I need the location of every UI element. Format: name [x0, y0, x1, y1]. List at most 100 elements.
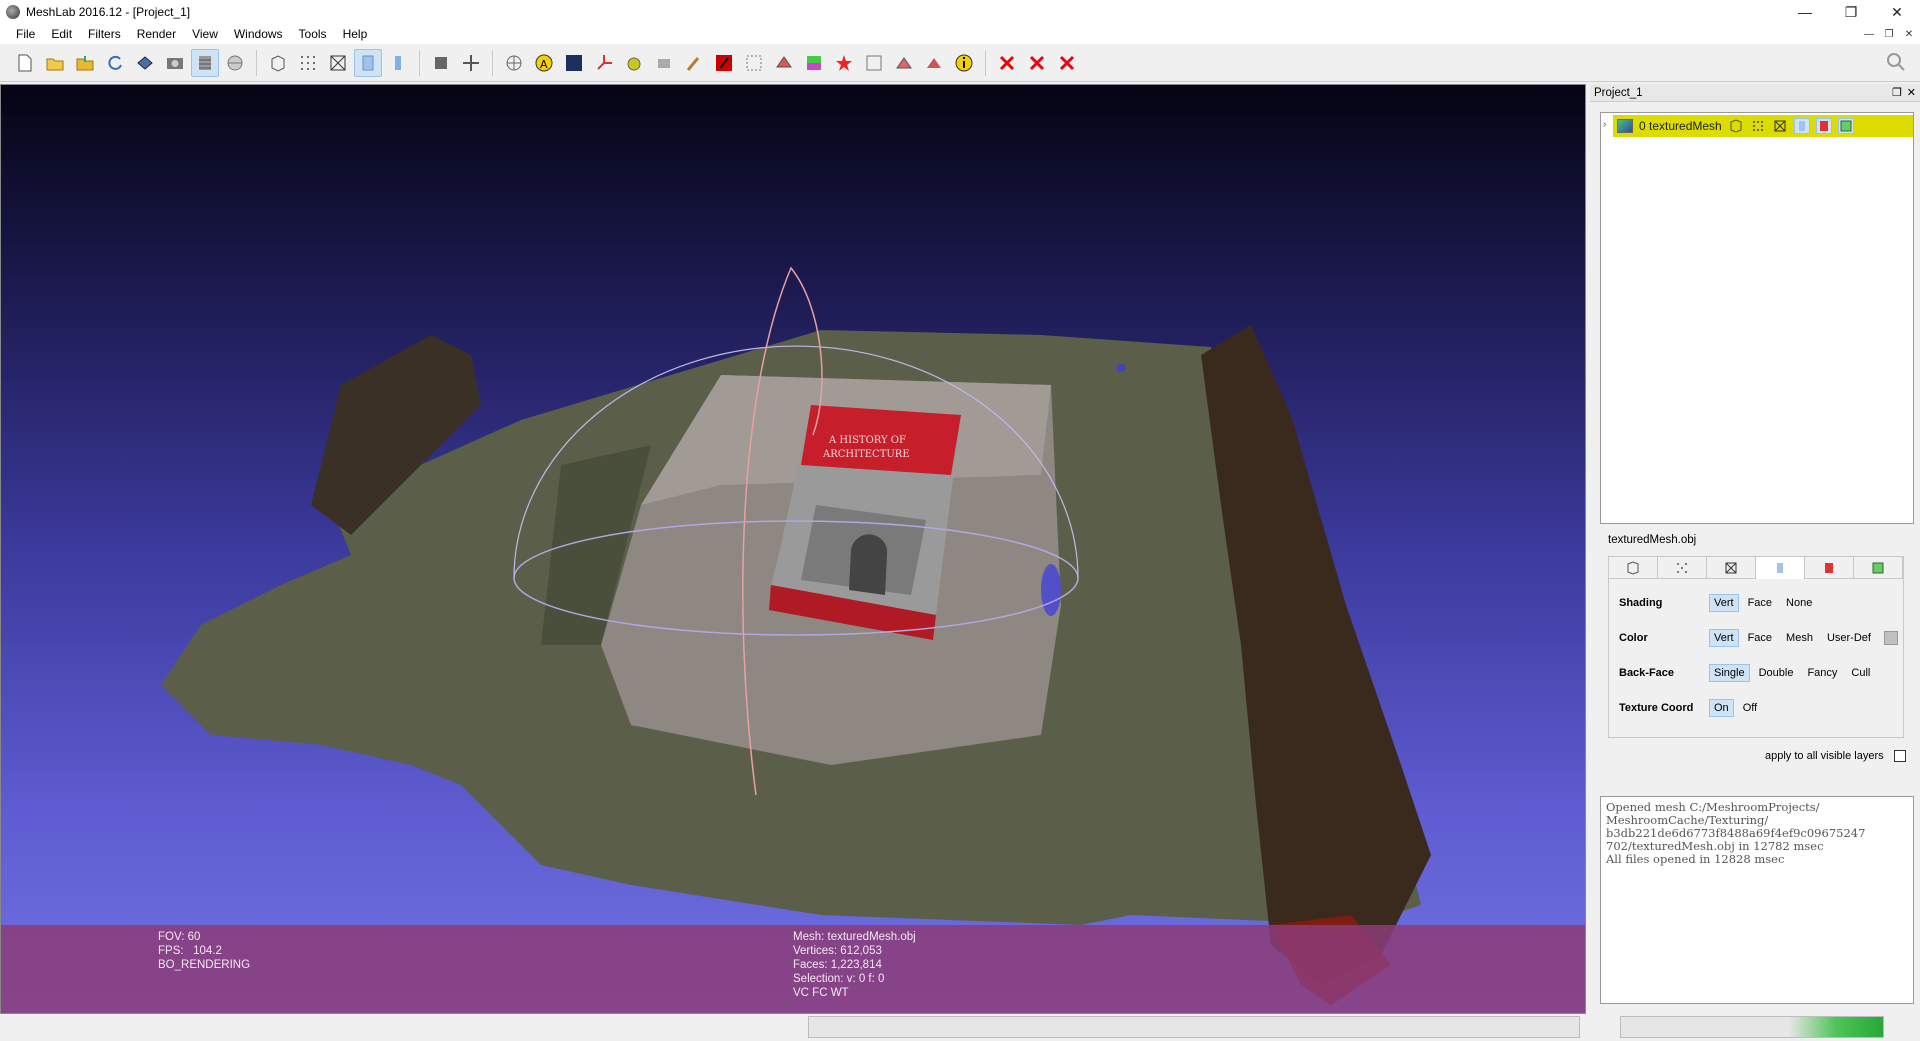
mesh-render: A HISTORY OF ARCHITECTURE [161, 266, 1431, 1005]
project-name: Project_1 [1594, 87, 1643, 99]
menu-help[interactable]: Help [335, 24, 376, 44]
main-toolbar: A [0, 44, 1920, 82]
double-light-icon[interactable] [457, 49, 485, 77]
shading-none-option[interactable]: None [1781, 594, 1817, 612]
vertex-count: Vertices: 612,053 [793, 945, 882, 957]
manipulator-icon[interactable] [890, 49, 918, 77]
raster-icon[interactable] [560, 49, 588, 77]
layer-dialog: Project_1 ❐ ✕ › 0 texturedMesh texturedM… [1590, 84, 1920, 1014]
menu-bar: File Edit Filters Render View Windows To… [0, 24, 1920, 44]
texture-icon[interactable] [920, 49, 948, 77]
align-icon[interactable] [620, 49, 648, 77]
export-mesh-icon[interactable] [131, 49, 159, 77]
render-info: FOV: 60 FPS: 104.2 BO_RENDERING [158, 930, 250, 972]
layer-bbox-icon[interactable] [1728, 118, 1744, 134]
flat-shading-icon[interactable] [354, 48, 382, 77]
fps-readout: FPS: 104.2 [158, 945, 222, 957]
trackball-icon[interactable] [500, 49, 528, 77]
close-panel-icon[interactable]: ✕ [1907, 84, 1916, 102]
book-title-line2: ARCHITECTURE [822, 449, 910, 460]
apply-all-row: apply to all visible layers [1765, 750, 1906, 762]
layer-wire-icon[interactable] [1772, 118, 1788, 134]
3d-viewport[interactable]: A HISTORY OF ARCHITECTURE FOV: 60 FPS: 1… [0, 84, 1586, 1014]
tab-color[interactable] [1805, 557, 1854, 579]
delete-selection-icon[interactable] [1053, 49, 1081, 77]
color-mesh-option[interactable]: Mesh [1781, 629, 1818, 647]
backface-cull-option[interactable]: Cull [1846, 664, 1875, 682]
bounding-box-icon[interactable] [264, 49, 292, 77]
menu-file[interactable]: File [8, 24, 43, 44]
tab-bbox[interactable] [1609, 557, 1658, 579]
layer-color-icon[interactable] [1815, 118, 1832, 134]
snapshot-icon[interactable] [161, 49, 189, 77]
annotation-icon[interactable]: A [530, 49, 558, 77]
float-panel-icon[interactable]: ❐ [1892, 84, 1902, 102]
layer-texture-icon[interactable] [1837, 118, 1854, 134]
restore-button[interactable]: ❐ [1828, 0, 1874, 24]
color-userdef-option[interactable]: User-Def [1822, 629, 1876, 647]
window-title: MeshLab 2016.12 - [Project_1] [26, 5, 191, 19]
color-face-option[interactable]: Face [1743, 629, 1777, 647]
layer-points-icon[interactable] [1750, 118, 1766, 134]
mesh-info: Mesh: texturedMesh.obj Vertices: 612,053… [793, 930, 916, 1000]
shading-vert-option[interactable]: Vert [1709, 594, 1739, 612]
import-mesh-icon[interactable] [71, 49, 99, 77]
visibility-icon[interactable] [1617, 119, 1633, 133]
select-faces-icon[interactable] [770, 49, 798, 77]
color-paint-icon[interactable] [710, 49, 738, 77]
menu-render[interactable]: Render [129, 24, 184, 44]
backface-double-option[interactable]: Double [1754, 664, 1799, 682]
mdi-close-button[interactable]: ✕ [1902, 29, 1916, 40]
menu-windows[interactable]: Windows [226, 24, 291, 44]
color-vert-option[interactable]: Vert [1709, 629, 1739, 647]
backface-fancy-option[interactable]: Fancy [1802, 664, 1842, 682]
tab-points[interactable] [1658, 557, 1707, 579]
mdi-restore-button[interactable]: ❐ [1882, 29, 1896, 40]
shading-face-option[interactable]: Face [1743, 594, 1777, 612]
color-label: Color [1619, 632, 1648, 644]
texcoord-label: Texture Coord [1619, 702, 1694, 714]
points-icon[interactable] [294, 49, 322, 77]
tab-fill[interactable] [1756, 557, 1805, 579]
search-icon[interactable] [1884, 50, 1908, 74]
minimize-button[interactable]: — [1782, 0, 1828, 24]
lighting-icon[interactable] [427, 49, 455, 77]
menu-tools[interactable]: Tools [291, 24, 335, 44]
measure-icon[interactable] [860, 49, 888, 77]
new-project-icon[interactable] [11, 49, 39, 77]
reload-icon[interactable] [101, 49, 129, 77]
status-progress-bar [808, 1016, 1580, 1038]
texcoord-off-option[interactable]: Off [1738, 699, 1762, 717]
mdi-minimize-button[interactable]: — [1862, 29, 1876, 40]
delete-faces-icon[interactable] [1023, 49, 1051, 77]
apply-all-checkbox[interactable] [1893, 750, 1906, 762]
select-vertices-icon[interactable] [740, 49, 768, 77]
tab-texture[interactable] [1854, 557, 1903, 579]
chevron-right-icon[interactable]: › [1603, 119, 1606, 130]
menu-edit[interactable]: Edit [43, 24, 80, 44]
close-button[interactable]: ✕ [1874, 0, 1920, 24]
tab-wire[interactable] [1707, 557, 1756, 579]
layers-icon[interactable] [191, 48, 219, 77]
menu-view[interactable]: View [184, 24, 226, 44]
open-project-icon[interactable] [41, 49, 69, 77]
menu-filters[interactable]: Filters [80, 24, 129, 44]
info-icon[interactable] [950, 49, 978, 77]
axes-icon[interactable] [590, 49, 618, 77]
smooth-shading-icon[interactable] [384, 49, 412, 77]
delete-vertices-icon[interactable] [993, 49, 1021, 77]
wireframe-icon[interactable] [324, 49, 352, 77]
mesh-flags: VC FC WT [793, 987, 849, 999]
texcoord-on-option[interactable]: On [1709, 699, 1734, 717]
memory-usage-bar [1620, 1016, 1884, 1038]
layer-fill-icon[interactable] [1793, 118, 1810, 134]
python-shell-icon[interactable] [221, 49, 249, 77]
georef-icon[interactable] [830, 49, 858, 77]
texcoord-row: Texture Coord On Off [1619, 698, 1766, 718]
user-color-swatch[interactable] [1883, 631, 1898, 645]
layer-item-texturedmesh[interactable]: › 0 texturedMesh [1603, 115, 1913, 137]
camera-icon[interactable] [650, 49, 678, 77]
paint-brush-icon[interactable] [680, 49, 708, 77]
backface-single-option[interactable]: Single [1709, 664, 1750, 682]
quality-icon[interactable] [800, 49, 828, 77]
